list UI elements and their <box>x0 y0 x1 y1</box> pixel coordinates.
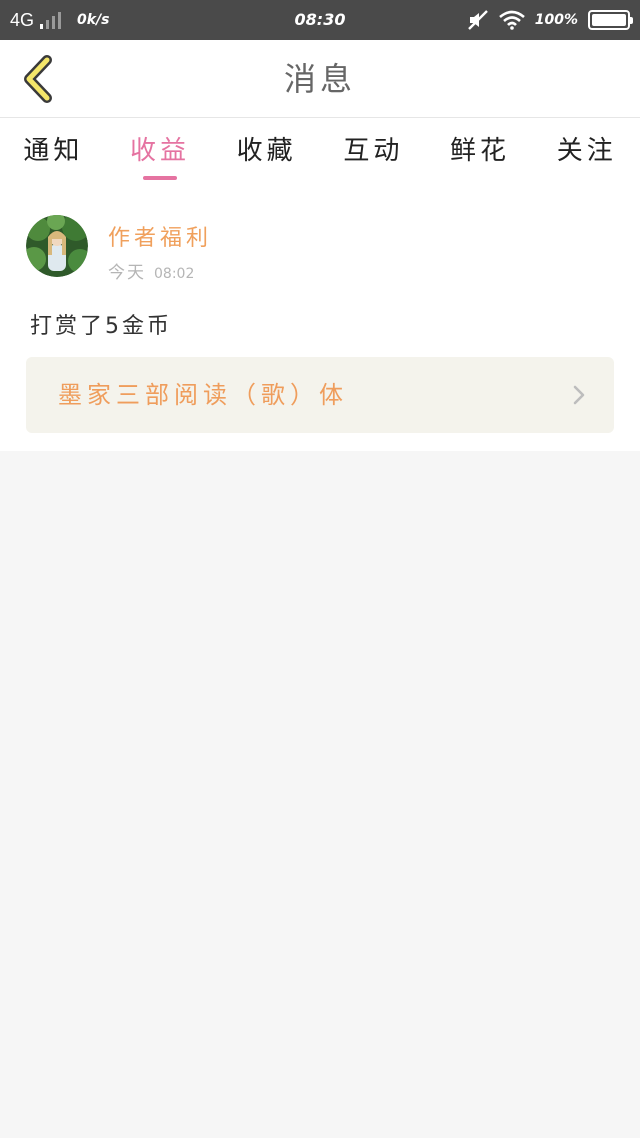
tab-label: 关注 <box>556 136 617 166</box>
tab-label: 收益 <box>130 136 191 166</box>
book-title: 墨家三部阅读（歌）体 <box>58 381 348 409</box>
wifi-icon <box>498 10 525 30</box>
header: 消息 <box>0 40 640 118</box>
message-card: 作者福利 今天 08:02 打赏了5金币 墨家三部阅读（歌）体 <box>0 190 640 451</box>
message-body: 打赏了5金币 <box>30 314 172 339</box>
tab-label: 互动 <box>343 136 404 166</box>
status-bar-right: 100% <box>467 0 633 40</box>
tab-flowers[interactable]: 鲜花 <box>427 118 534 190</box>
tab-bar: 通知 收益 收藏 互动 鲜花 关注 <box>0 118 640 190</box>
battery-level <box>592 14 626 26</box>
tab-following[interactable]: 关注 <box>533 118 640 190</box>
status-bar: 4G 0k/s 08:30 100% <box>0 0 640 40</box>
tab-favorites[interactable]: 收藏 <box>213 118 320 190</box>
page-title: 消息 <box>283 60 356 98</box>
message-time: 今天 08:02 <box>108 258 194 283</box>
battery-icon <box>588 10 633 30</box>
tab-label: 收藏 <box>236 136 297 166</box>
message-time-clock: 08:02 <box>154 266 195 282</box>
message-time-day: 今天 <box>108 263 146 283</box>
active-tab-indicator <box>143 176 177 180</box>
avatar-image <box>26 215 88 277</box>
avatar[interactable] <box>26 215 88 277</box>
tab-interactions[interactable]: 互动 <box>320 118 427 190</box>
chevron-right-icon <box>573 385 585 405</box>
mute-icon <box>467 10 488 30</box>
book-link[interactable]: 墨家三部阅读（歌）体 <box>26 357 614 433</box>
battery-percent: 100% <box>534 12 578 28</box>
author-name[interactable]: 作者福利 <box>108 220 212 252</box>
tab-label: 鲜花 <box>450 136 511 166</box>
tab-label: 通知 <box>23 136 84 166</box>
tab-notifications[interactable]: 通知 <box>0 118 107 190</box>
tab-earnings[interactable]: 收益 <box>107 118 214 190</box>
